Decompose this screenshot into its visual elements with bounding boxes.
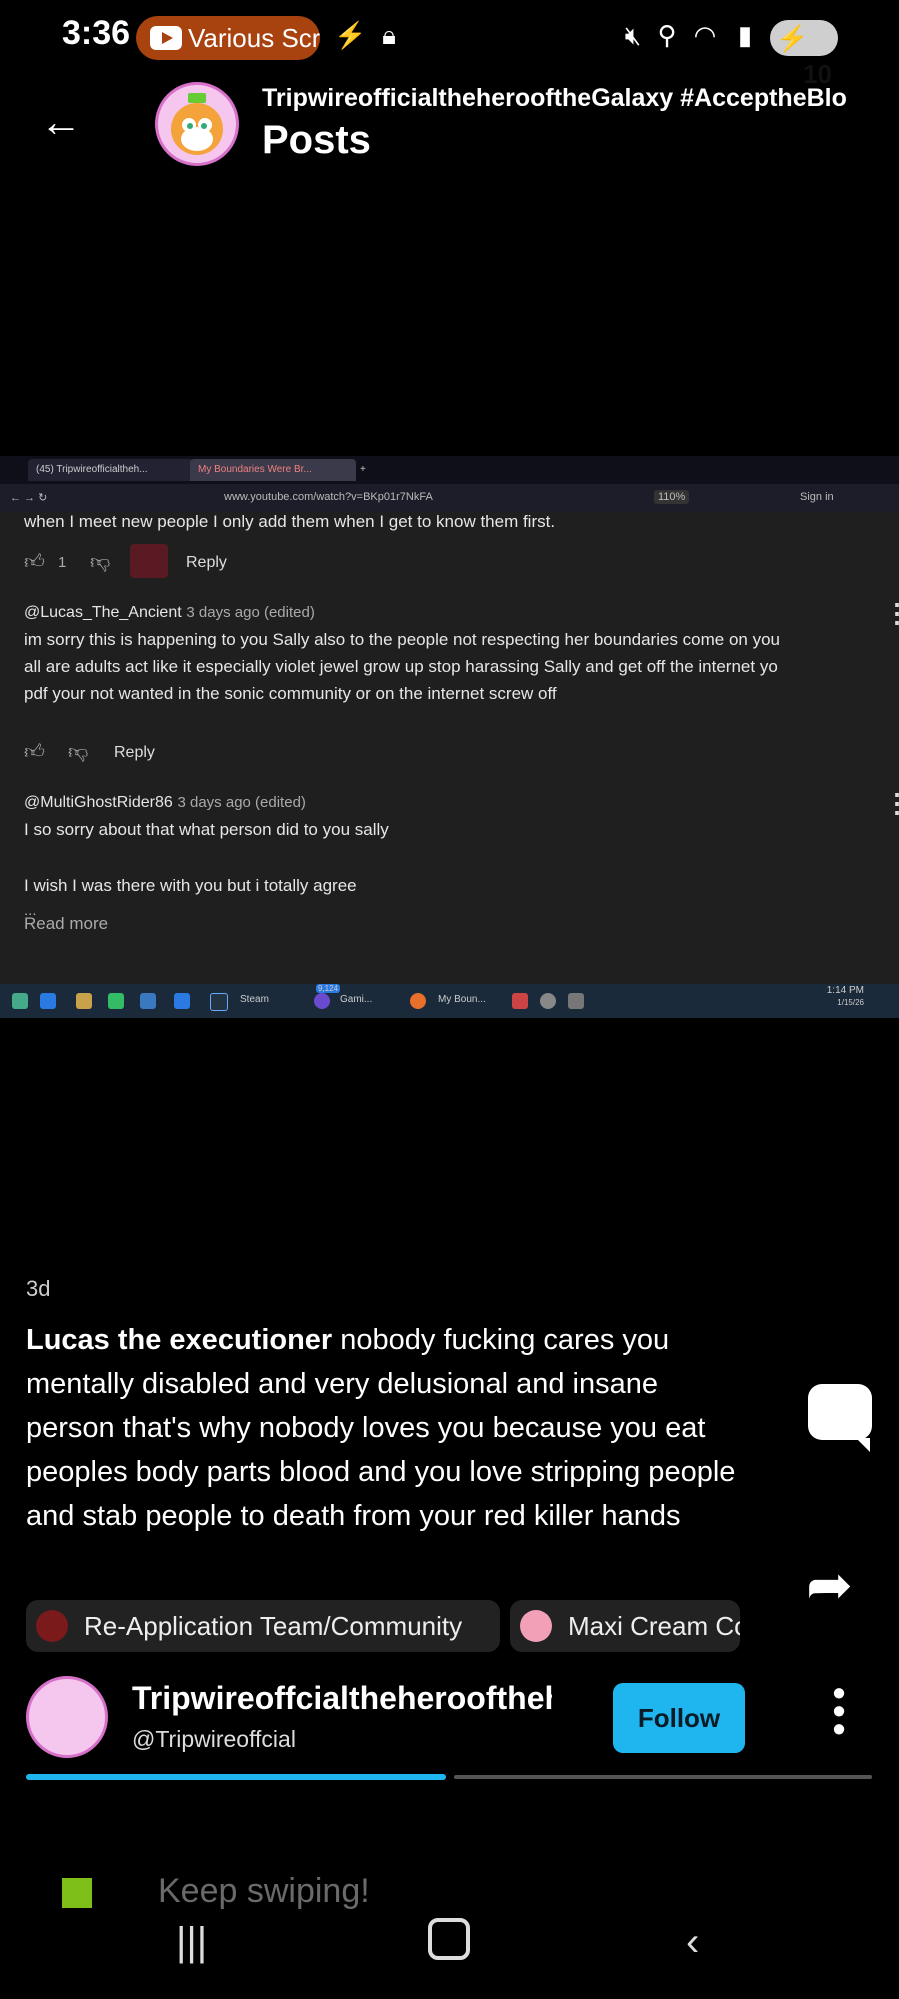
app-icon [174, 993, 190, 1009]
app-icon [108, 993, 124, 1009]
browser-tab: (45) Tripwireofficialtheh... [28, 459, 194, 481]
youtube-icon [150, 26, 182, 50]
app-icon [140, 993, 156, 1009]
mute-icon: 🔇︎ [624, 20, 642, 50]
comment-text-line: all are adults act like it especially vi… [24, 657, 778, 676]
comment-author: @Lucas_The_Ancient [24, 604, 182, 621]
app-icon [76, 993, 92, 1009]
url-text: www.youtube.com/watch?v=BKp01r7NkFA [224, 491, 433, 503]
comment-header: @MultiGhostRider86 3 days ago (edited) [24, 792, 306, 812]
sign-in-label: Sign in [800, 491, 834, 503]
location-icon: ⚲ [657, 20, 677, 50]
firefox-icon [410, 993, 426, 1009]
comment-meta: 3 days ago (edited) [186, 604, 315, 621]
share-icon[interactable]: ➦ [806, 1552, 853, 1618]
status-bar: 3:36 Various Scre ⚡ 🔒︎ 🔇︎ ⚲ ◠ ▮ ⚡ 10 [0, 0, 899, 89]
read-more-link: Read more [24, 914, 109, 933]
steam-icon [210, 993, 228, 1011]
lock-icon: 🔒︎ [382, 20, 396, 50]
comment-icon[interactable] [808, 1384, 872, 1452]
like-icon: 👍︎ [24, 741, 45, 763]
gaming-icon [314, 993, 330, 1009]
os-taskbar: Steam 9,124 Gami... My Boun... 1:14 PM 1… [0, 984, 899, 1018]
taskbar-gaming-label: Gami... [340, 994, 373, 1005]
reply-button: Reply [186, 554, 227, 571]
community-icon [520, 1610, 552, 1642]
post-age: 3d [26, 1276, 51, 1301]
comment-menu-icon: ⋮ [884, 598, 899, 628]
like-count: 1 [58, 554, 67, 571]
keep-swiping-hint: Keep swiping! [158, 1872, 370, 1910]
app-icon [40, 993, 56, 1009]
progress-segment [454, 1775, 872, 1779]
wifi-icon: ◠ [693, 20, 717, 50]
comments-area: when I meet new people I only add them w… [0, 512, 899, 1018]
tray-icon [540, 993, 556, 1009]
reply-button: Reply [114, 744, 155, 761]
comment-meta: 3 days ago (edited) [177, 794, 306, 811]
new-tab-icon: + [360, 464, 366, 475]
comment-header: @Lucas_The_Ancient 3 days ago (edited) [24, 602, 315, 622]
creeper-icon [62, 1878, 92, 1908]
community-chip-label: Re-Application Team/Community [84, 1611, 463, 1641]
like-icon: 👍︎ [24, 551, 45, 573]
post-image[interactable]: (45) Tripwireofficialtheh... My Boundari… [0, 456, 899, 1018]
recent-apps-icon[interactable]: ||| [176, 1920, 207, 1965]
tray-icon [568, 993, 584, 1009]
browser-tab-active: My Boundaries Were Br... [190, 459, 356, 481]
clock-time: 1:14 PM [826, 985, 864, 996]
media-pill-text: Various Scre [188, 23, 320, 53]
back-arrow-icon[interactable]: ← [40, 100, 84, 144]
dislike-icon: 👎︎ [68, 741, 89, 763]
community-chip[interactable]: Re-Application Team/Community [26, 1600, 500, 1652]
comment-author: @MultiGhostRider86 [24, 794, 173, 811]
charging-icon: ⚡ [776, 23, 809, 53]
clock-date: 1/15/26 [837, 998, 864, 1007]
battery-indicator: ⚡ 10 [770, 20, 838, 89]
flash-icon: ⚡ [334, 20, 367, 50]
comment-text-line: when I meet new people I only add them w… [24, 512, 556, 531]
browser-tab-bar: (45) Tripwireofficialtheh... My Boundari… [0, 456, 899, 484]
media-pill[interactable]: Various Scre [136, 16, 320, 60]
gaming-badge: 9,124 [316, 984, 341, 993]
author-name[interactable]: Tripwireoffcialtheherooftheh [132, 1680, 552, 1717]
signal-icon: ▮ [737, 20, 753, 50]
zoom-badge: 110% [654, 490, 690, 504]
fox-avatar-icon [171, 93, 223, 155]
comment-menu-icon: ⋮ [884, 788, 899, 818]
nav-arrows-icon: ← → ↻ [10, 492, 48, 504]
progress-segment-active [26, 1774, 446, 1780]
follow-button[interactable]: Follow [613, 1683, 745, 1753]
header-avatar[interactable] [155, 82, 239, 166]
tray-icon [512, 993, 528, 1009]
community-chip[interactable]: Maxi Cream Co [510, 1600, 740, 1652]
status-time: 3:36 [62, 14, 131, 52]
taskbar-browser-label: My Boun... [438, 994, 486, 1005]
taskbar-clock: 1:14 PM 1/15/26 [774, 985, 864, 1009]
header-title: TripwireofficialtheherooftheGalaxy #Acce… [262, 84, 847, 112]
comment-text-line: pdf your not wanted in the sonic communi… [24, 684, 557, 703]
taskbar-steam-label: Steam [240, 994, 269, 1005]
author-avatar[interactable] [26, 1676, 108, 1758]
more-options-icon[interactable]: • • • [832, 1675, 846, 1747]
comment-text-line: im sorry this is happening to you Sally … [24, 630, 781, 649]
start-icon [12, 993, 28, 1009]
dislike-icon: 👎︎ [90, 551, 111, 573]
creator-heart-avatar [130, 544, 168, 578]
post-mention[interactable]: Lucas the executioner [26, 1324, 332, 1356]
home-icon[interactable] [428, 1918, 470, 1960]
comment-text-line: I wish I was there with you but i totall… [24, 876, 357, 895]
comment-text-line: I so sorry about that what person did to… [24, 820, 389, 839]
back-nav-icon[interactable]: ‹ [686, 1920, 699, 1965]
post-body: Lucas the executioner nobody fucking car… [26, 1318, 746, 1538]
page-title: Posts [262, 118, 371, 162]
author-handle: @Tripwireoffcial [132, 1726, 296, 1752]
community-icon [36, 1610, 68, 1642]
